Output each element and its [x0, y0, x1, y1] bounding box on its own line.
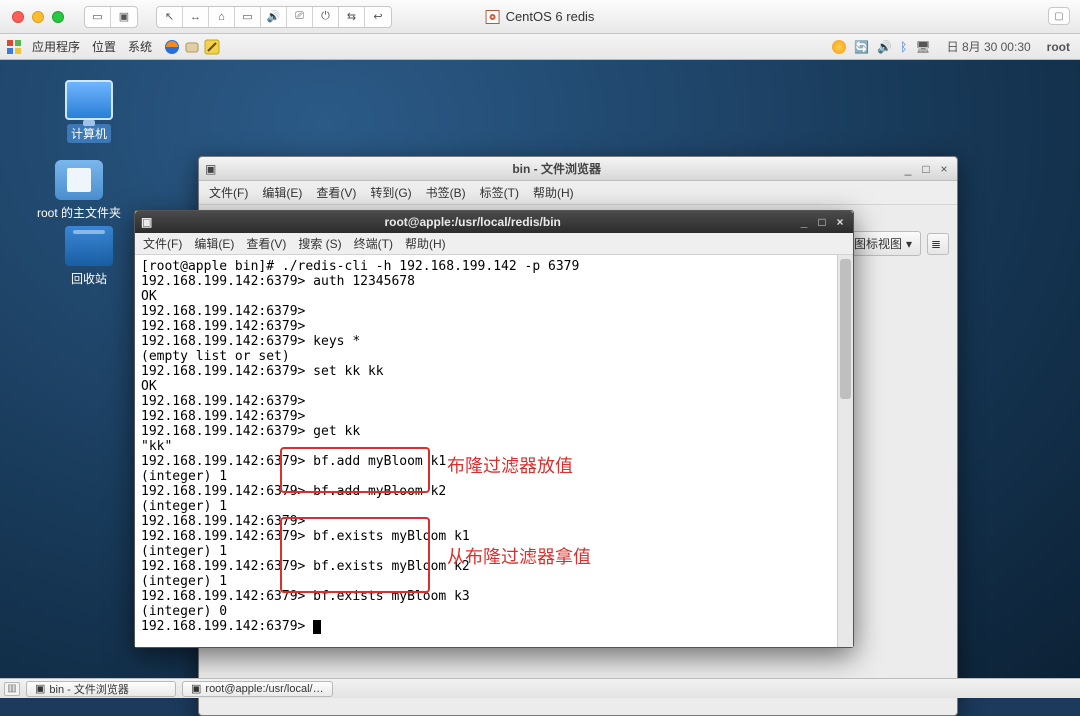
- host-toolbar-group-1: ▭ ▣: [84, 6, 138, 28]
- taskbar-item-filebrowser[interactable]: ▣ bin - 文件浏览器: [26, 681, 176, 697]
- gnome-top-panel: 应用程序 位置 系统 🔄 🔊 ᛒ 🖥 日 8月 30 00:30 root: [0, 34, 1080, 60]
- term-menu-item[interactable]: 帮助(H): [405, 235, 446, 252]
- network-icon[interactable]: 🖥: [915, 40, 930, 54]
- terminal-scrollbar[interactable]: [837, 255, 853, 647]
- host-tool-icon[interactable]: ▭: [235, 7, 261, 27]
- terminal-icon: ▣: [191, 682, 201, 695]
- fb-menu-item[interactable]: 文件(F): [209, 184, 248, 201]
- terminal-cursor: [313, 620, 321, 634]
- host-close-button[interactable]: [12, 11, 24, 23]
- term-minimize-button[interactable]: _: [797, 215, 811, 229]
- fb-list-view-button[interactable]: ≣: [927, 233, 949, 255]
- fb-menu-item[interactable]: 书签(B): [426, 184, 466, 201]
- fb-menu-item[interactable]: 转到(G): [370, 184, 411, 201]
- host-right-button[interactable]: ▢: [1048, 7, 1070, 25]
- user-label[interactable]: root: [1047, 40, 1070, 54]
- terminal-menubar: 文件(F) 编辑(E) 查看(V) 搜索 (S) 终端(T) 帮助(H): [135, 233, 853, 255]
- menu-places[interactable]: 位置: [92, 38, 116, 55]
- taskbar-label: root@apple:/usr/local/…: [205, 683, 323, 695]
- fb-menu-item[interactable]: 查看(V): [316, 184, 356, 201]
- file-browser-titlebar[interactable]: ▣ bin - 文件浏览器 _ □ ×: [199, 157, 957, 181]
- fb-view-mode-button[interactable]: 图标视图 ▾: [845, 231, 921, 256]
- term-menu-item[interactable]: 查看(V): [246, 235, 286, 252]
- host-tool-icon[interactable]: ⌂: [209, 7, 235, 27]
- gnome-tray: 🔄 🔊 ᛒ 🖥 日 8月 30 00:30 root: [832, 38, 1074, 55]
- host-tool-icon[interactable]: ▭: [85, 7, 111, 27]
- fb-menu-item[interactable]: 帮助(H): [533, 184, 574, 201]
- desktop-icon-trash[interactable]: 回收站: [44, 226, 134, 287]
- terminal-body[interactable]: [root@apple bin]# ./redis-cli -h 192.168…: [135, 255, 853, 647]
- home-folder-icon: [55, 160, 103, 200]
- nautilus-icon[interactable]: [184, 39, 200, 55]
- fb-maximize-button[interactable]: □: [919, 162, 933, 176]
- host-tool-icon[interactable]: ↩: [365, 7, 391, 27]
- file-browser-menubar: 文件(F) 编辑(E) 查看(V) 转到(G) 书签(B) 标签(T) 帮助(H…: [199, 181, 957, 205]
- volume-icon[interactable]: 🔊: [877, 40, 892, 54]
- fb-minimize-button[interactable]: _: [901, 162, 915, 176]
- folder-icon: ▣: [205, 162, 216, 176]
- term-close-button[interactable]: ×: [833, 215, 847, 229]
- fb-menu-item[interactable]: 标签(T): [480, 184, 519, 201]
- fb-menu-item[interactable]: 编辑(E): [262, 184, 302, 201]
- host-tool-icon[interactable]: ⎚: [287, 7, 313, 27]
- desktop-icon-label: 回收站: [71, 272, 107, 286]
- taskbar-label: bin - 文件浏览器: [49, 681, 128, 697]
- text-editor-icon[interactable]: [204, 39, 220, 55]
- term-menu-item[interactable]: 文件(F): [143, 235, 182, 252]
- terminal-title: root@apple:/usr/local/redis/bin: [152, 215, 793, 229]
- terminal-icon: ▣: [141, 215, 152, 229]
- update-icon[interactable]: 🔄: [854, 40, 869, 54]
- term-maximize-button[interactable]: □: [815, 215, 829, 229]
- host-zoom-button[interactable]: [52, 11, 64, 23]
- desktop[interactable]: 计算机 root 的主文件夹 回收站 ▣ bin - 文件浏览器 _ □ × 文…: [0, 60, 1080, 678]
- chevron-down-icon: ▾: [906, 237, 912, 251]
- term-menu-item[interactable]: 搜索 (S): [298, 235, 341, 252]
- host-tool-icon[interactable]: ⏻: [313, 7, 339, 27]
- vm-name-label: CentOS 6 redis: [506, 9, 595, 24]
- terminal-titlebar[interactable]: ▣ root@apple:/usr/local/redis/bin _ □ ×: [135, 211, 853, 233]
- host-vm-title: CentOS 6 redis: [486, 9, 595, 24]
- scrollbar-thumb[interactable]: [840, 259, 851, 399]
- term-menu-item[interactable]: 终端(T): [354, 235, 393, 252]
- terminal-window[interactable]: ▣ root@apple:/usr/local/redis/bin _ □ × …: [134, 210, 854, 648]
- vm-icon: [486, 10, 500, 24]
- host-tool-icon[interactable]: 🔊: [261, 7, 287, 27]
- desktop-icon-computer[interactable]: 计算机: [44, 80, 134, 143]
- host-tool-icon[interactable]: ▣: [111, 7, 137, 27]
- term-menu-item[interactable]: 编辑(E): [194, 235, 234, 252]
- taskbar-item-terminal[interactable]: ▣ root@apple:/usr/local/…: [182, 681, 333, 697]
- show-desktop-button[interactable]: ▥: [4, 682, 20, 696]
- host-tool-icon[interactable]: ↔: [183, 7, 209, 27]
- fb-close-button[interactable]: ×: [937, 162, 951, 176]
- desktop-icon-label: root 的主文件夹: [37, 206, 121, 220]
- menu-applications[interactable]: 应用程序: [32, 38, 80, 55]
- applications-icon: [6, 39, 22, 55]
- file-browser-toolbar: 图标视图 ▾ ≣: [845, 231, 949, 256]
- gnome-bottom-panel: ▥ ▣ bin - 文件浏览器 ▣ root@apple:/usr/local/…: [0, 678, 1080, 698]
- file-browser-title: bin - 文件浏览器: [216, 160, 897, 177]
- bluetooth-icon[interactable]: ᛒ: [900, 40, 907, 54]
- brightness-icon[interactable]: [832, 40, 846, 54]
- host-tool-icon[interactable]: ↖: [157, 7, 183, 27]
- firefox-icon[interactable]: [164, 39, 180, 55]
- fb-view-label: 图标视图: [854, 235, 902, 252]
- host-minimize-button[interactable]: [32, 11, 44, 23]
- computer-icon: [65, 80, 113, 120]
- host-titlebar: ▭ ▣ ↖ ↔ ⌂ ▭ 🔊 ⎚ ⏻ ⇆ ↩ CentOS 6 redis ▢: [0, 0, 1080, 34]
- host-toolbar-group-2: ↖ ↔ ⌂ ▭ 🔊 ⎚ ⏻ ⇆ ↩: [156, 6, 392, 28]
- desktop-icon-label: 计算机: [67, 124, 111, 143]
- host-tool-icon[interactable]: ⇆: [339, 7, 365, 27]
- menu-system[interactable]: 系统: [128, 38, 152, 55]
- desktop-icon-home[interactable]: root 的主文件夹: [34, 160, 124, 221]
- clock-label[interactable]: 日 8月 30 00:30: [947, 38, 1031, 55]
- trash-icon: [65, 226, 113, 266]
- folder-icon: ▣: [35, 682, 45, 695]
